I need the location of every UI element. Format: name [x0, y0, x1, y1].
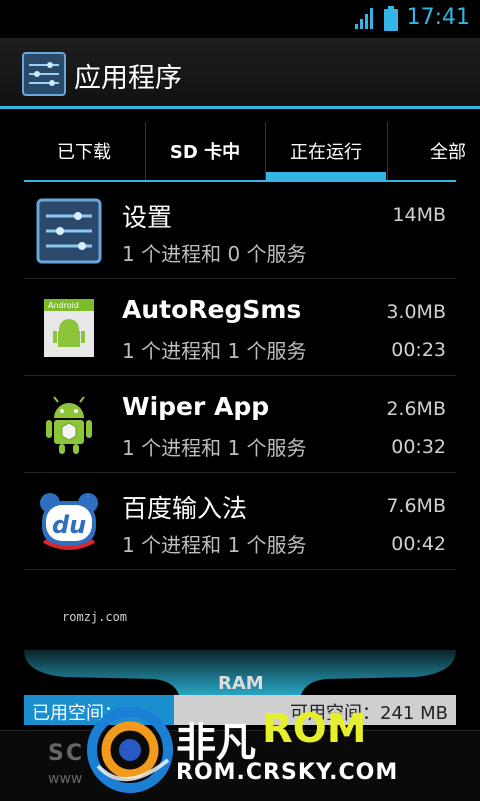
settings-sliders-icon[interactable]: [22, 52, 66, 96]
status-time: 17:41: [406, 5, 470, 30]
baidu-input-icon: du: [40, 493, 98, 550]
tab-label: SD 卡中: [169, 142, 241, 163]
watermark-text: romzj.com: [62, 610, 128, 624]
tab-sd-card[interactable]: SD 卡中: [146, 122, 264, 180]
brand-rom-text: ROM: [262, 706, 367, 752]
settings-icon: [36, 198, 102, 264]
active-tab-indicator: [266, 172, 386, 180]
app-name: Wiper App: [122, 392, 270, 421]
ram-label: RAM: [218, 673, 264, 694]
tab-downloaded[interactable]: 已下载: [24, 122, 144, 180]
action-bar: 应用程序: [0, 38, 480, 109]
android-sms-icon: Android: [44, 299, 94, 357]
brand-url-text: ROM.CRSKY.COM: [176, 760, 399, 785]
signal-icon: [355, 8, 373, 29]
app-processes: 1 个进程和 1 个服务: [122, 436, 307, 460]
app-memory: 14MB: [392, 204, 446, 226]
sponsor-subtext: www: [48, 771, 83, 787]
list-item[interactable]: Android AutoRegSms 1 个进程和 1 个服务 3.0MB 00…: [24, 279, 456, 376]
svg-text:Android: Android: [48, 301, 79, 310]
app-processes: 1 个进程和 0 个服务: [122, 242, 307, 266]
list-item[interactable]: Wiper App 1 个进程和 1 个服务 2.6MB 00:32: [24, 376, 456, 473]
app-name: AutoRegSms: [122, 295, 302, 324]
app-memory: 3.0MB: [386, 301, 446, 323]
app-runtime: 00:23: [391, 339, 446, 361]
app-name: 百度输入法: [122, 494, 248, 523]
app-name: 设置: [122, 203, 173, 232]
app-runtime: 00:32: [391, 436, 446, 458]
app-runtime: 00:42: [391, 533, 446, 555]
tab-label: 正在运行: [290, 142, 362, 163]
app-memory: 2.6MB: [386, 398, 446, 420]
list-item[interactable]: 设置 1 个进程和 0 个服务 14MB: [24, 182, 456, 279]
list-item[interactable]: du 百度输入法 1 个进程和 1 个服务 7.6MB 00:42: [24, 473, 456, 570]
tab-label: 全部: [430, 142, 466, 163]
page-title: 应用程序: [74, 63, 182, 94]
android-robot-icon: [46, 396, 92, 454]
app-memory: 7.6MB: [386, 495, 446, 517]
app-processes: 1 个进程和 1 个服务: [122, 533, 307, 557]
svg-text:du: du: [52, 511, 86, 539]
status-bar: 17:41: [0, 0, 480, 38]
battery-icon: [384, 6, 398, 31]
tab-label: 已下载: [57, 142, 111, 163]
running-app-list: 设置 1 个进程和 0 个服务 14MB Android AutoRegSms …: [24, 182, 456, 570]
sponsor-text: SC: [48, 741, 84, 766]
tab-all[interactable]: 全部: [388, 122, 480, 180]
app-processes: 1 个进程和 1 个服务: [122, 339, 307, 363]
tab-bar: 已下载 SD 卡中 正在运行 全部: [0, 122, 480, 182]
